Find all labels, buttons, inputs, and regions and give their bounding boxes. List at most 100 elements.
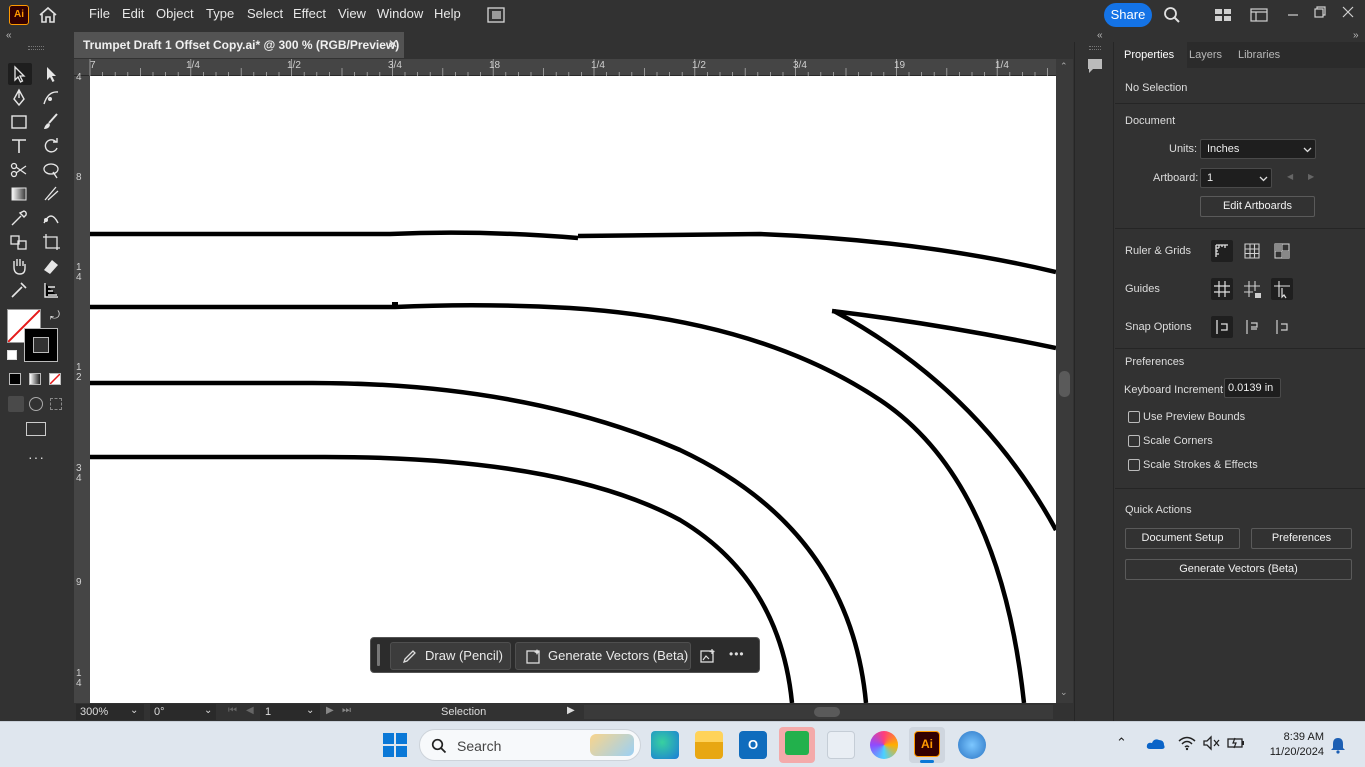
zoom-field[interactable]: 300% ⌄ [76,704,144,720]
paintbrush-tool[interactable] [40,111,64,133]
task-bar-grip[interactable] [377,644,380,666]
menu-file[interactable]: File [89,6,110,21]
volume-muted-icon[interactable] [1202,735,1220,751]
gradient-mode-icon[interactable] [29,373,41,385]
snap-to-glyph-toggle[interactable] [1241,316,1263,338]
swap-fill-stroke-icon[interactable]: ⤾ [50,308,60,323]
tab-libraries[interactable]: Libraries [1238,49,1280,61]
collapse-panel-icon[interactable]: « [1097,30,1103,41]
pinned-app-highlight[interactable] [779,727,815,763]
default-colors-icon[interactable] [7,350,17,360]
more-options-icon[interactable]: ••• [729,647,745,661]
lock-guides-toggle[interactable] [1241,278,1263,300]
vertical-scroll-thumb[interactable] [1059,371,1070,397]
illustrator-taskbar-highlight[interactable]: Ai [909,727,945,763]
show-rulers-toggle[interactable] [1211,240,1233,262]
generate-vectors-panel-button[interactable]: Generate Vectors (Beta) [1125,559,1352,580]
hand-tool[interactable] [8,255,32,277]
maps-app-icon[interactable] [958,731,986,759]
scroll-up-icon[interactable]: ⌃ [1060,61,1068,72]
menu-help[interactable]: Help [434,6,461,21]
eyedropper-tool[interactable] [8,207,32,229]
collapse-toolbar-icon[interactable]: « [6,30,12,41]
snap-to-point-toggle[interactable] [1211,316,1233,338]
battery-icon[interactable] [1226,735,1246,751]
snap-to-pixel-toggle[interactable] [1271,316,1293,338]
keyboard-increment-field[interactable]: 0.0139 in [1224,378,1281,398]
stroke-swatch[interactable] [24,328,58,362]
type-tool[interactable] [8,135,32,157]
show-grid-toggle[interactable] [1241,240,1263,262]
artboard-navigator[interactable]: 1 ⌄ [260,704,320,720]
scissors-tool[interactable] [8,159,32,181]
taskbar-search[interactable]: Search [419,729,641,761]
edit-artboards-button[interactable]: Edit Artboards [1200,196,1315,217]
blend-tool[interactable] [40,207,64,229]
show-hidden-icons-icon[interactable]: ⌃ [1116,735,1127,751]
pen-tool[interactable] [8,87,32,109]
scale-corners-checkbox[interactable] [1128,435,1140,447]
vertical-ruler[interactable]: 4 8 1 4 1 2 3 4 9 1 4 [74,72,90,703]
menu-object[interactable]: Object [156,6,194,21]
scroll-down-icon[interactable]: ⌄ [1060,687,1068,698]
previous-artboard-icon[interactable]: ◀ [1287,172,1293,181]
next-artboard-icon[interactable]: ▶ [326,705,334,716]
selection-tool[interactable] [8,63,32,85]
eraser-tool[interactable] [40,255,64,277]
dock-grip[interactable] [1089,46,1101,50]
preferences-button[interactable]: Preferences [1251,528,1352,549]
use-preview-bounds-checkbox[interactable] [1128,411,1140,423]
draw-pencil-button[interactable]: Draw (Pencil) [390,642,511,670]
share-button[interactable]: Share [1104,3,1152,27]
status-menu-icon[interactable]: ▶ [567,705,575,716]
document-tab[interactable]: Trumpet Draft 1 Offset Copy.ai* @ 300 % … [74,32,404,58]
edit-toolbar-icon[interactable]: ··· [28,449,45,465]
smart-guides-toggle[interactable] [1271,278,1293,300]
artboard-canvas[interactable] [90,76,1056,703]
arrange-documents-icon[interactable] [486,6,506,24]
snipping-tool-app-icon[interactable] [827,731,855,759]
column-graph-tool[interactable] [40,279,64,301]
symbol-sprayer-tool[interactable] [8,279,32,301]
menu-view[interactable]: View [338,6,366,21]
artboard-tool[interactable] [40,231,64,253]
draw-inside-icon[interactable] [50,398,62,410]
close-window-icon[interactable] [1341,5,1355,19]
file-explorer-app-icon[interactable] [695,731,723,759]
rectangle-tool[interactable] [8,111,32,133]
edge-app-icon[interactable] [651,731,679,759]
draw-normal-icon[interactable] [8,396,24,412]
expand-panel-icon[interactable]: » [1353,30,1359,41]
artboard-dropdown[interactable]: 1 [1200,168,1272,188]
tab-properties[interactable]: Properties [1115,42,1187,68]
draw-behind-icon[interactable] [29,397,43,411]
curvature-tool[interactable] [40,87,64,109]
next-artboard-icon[interactable]: ▶ [1308,172,1314,181]
units-dropdown[interactable]: Inches [1200,139,1316,159]
toolbar-grip[interactable] [28,46,44,50]
first-artboard-icon[interactable]: ⏮ [228,705,237,716]
trumpet-artwork[interactable] [90,76,1056,703]
rotation-field[interactable]: 0° ⌄ [150,704,216,720]
minimize-icon[interactable] [1286,8,1300,22]
horizontal-scrollbar[interactable] [584,705,1053,719]
search-icon[interactable] [1163,6,1181,24]
color-mode-icon[interactable] [9,373,21,385]
menu-window[interactable]: Window [377,6,423,21]
vertical-scrollbar[interactable]: ⌃ ⌄ [1056,59,1073,703]
rotate-tool[interactable] [40,135,64,157]
puppet-warp-tool[interactable] [40,159,64,181]
comments-icon[interactable] [1085,56,1105,76]
windows-start-icon[interactable] [383,733,407,757]
menu-type[interactable]: Type [206,6,234,21]
generate-vectors-button[interactable]: Generate Vectors (Beta) [515,642,691,670]
menu-edit[interactable]: Edit [122,6,144,21]
horizontal-ruler[interactable]: 7 1/4 1/2 3/4 18 1/4 1/2 3/4 19 1/4 [74,59,1056,76]
screen-mode-icon[interactable] [26,422,46,436]
restore-icon[interactable] [1313,5,1327,19]
document-setup-button[interactable]: Document Setup [1125,528,1240,549]
previous-artboard-icon[interactable]: ◀ [246,705,254,716]
workspace-switcher-icon[interactable] [1214,8,1232,22]
transparency-grid-toggle[interactable] [1271,240,1293,262]
show-guides-toggle[interactable] [1211,278,1233,300]
